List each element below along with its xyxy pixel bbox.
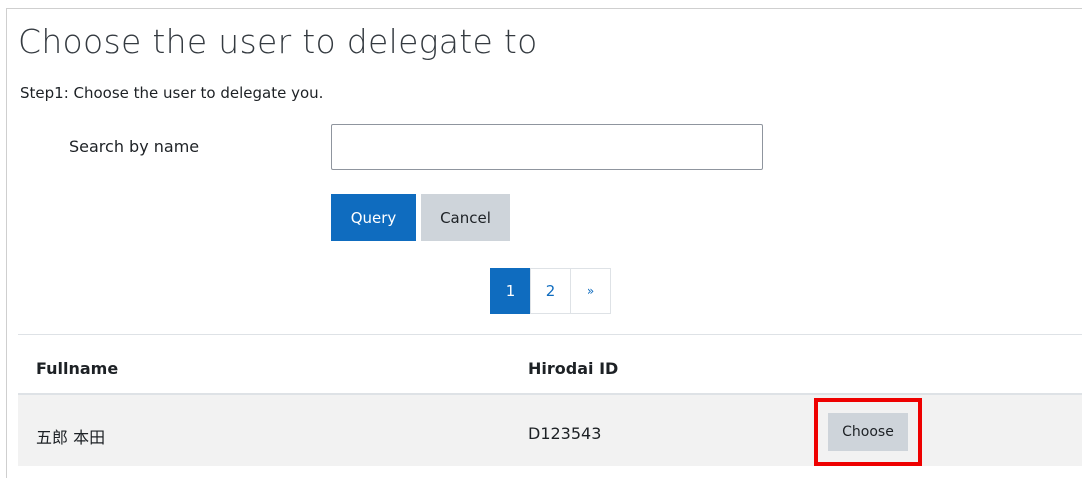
cell-hirodai-id: D123543 — [528, 424, 602, 443]
page-title: Choose the user to delegate to — [18, 22, 538, 61]
search-label: Search by name — [69, 137, 200, 156]
column-header-fullname: Fullname — [36, 359, 119, 378]
cell-fullname: 五郎 本田 — [36, 428, 106, 447]
next-page-link[interactable]: » — [570, 268, 611, 314]
step-instruction: Step1: Choose the user to delegate you. — [20, 84, 324, 102]
cancel-button[interactable]: Cancel — [421, 194, 510, 241]
query-button[interactable]: Query — [331, 194, 416, 241]
page-link-2[interactable]: 2 — [530, 268, 571, 314]
page-link-1[interactable]: 1 — [490, 268, 531, 314]
table-top-border — [18, 334, 1082, 335]
column-header-hirodai-id: Hirodai ID — [528, 359, 619, 378]
pagination: 1 2 » — [490, 268, 611, 314]
choose-button[interactable]: Choose — [828, 413, 908, 451]
search-input[interactable] — [331, 124, 763, 170]
